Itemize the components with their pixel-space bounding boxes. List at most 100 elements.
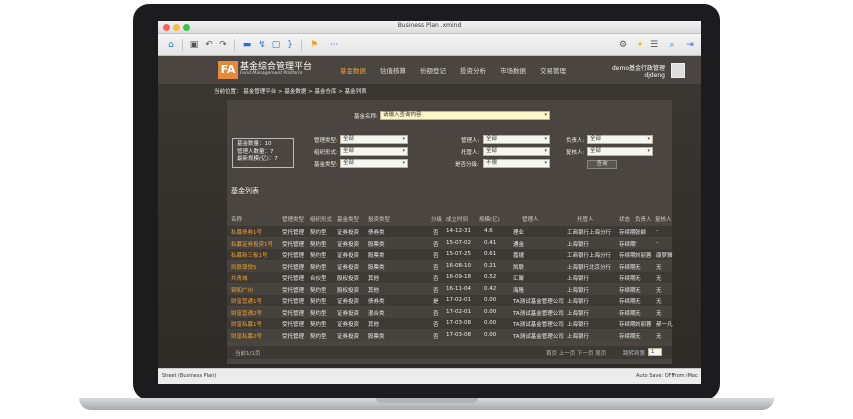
breadcrumb-item[interactable]: 基金管理平台 [243, 89, 276, 95]
table-row[interactable]: 财富营通1号 受托管理 契约型 证券投资 债券类 是 17-02-01 0.00 TA测试基金管… [227, 295, 672, 306]
search-icon[interactable]: ⌕ [666, 39, 678, 51]
nav-market-data[interactable]: 市场数据 [500, 65, 526, 75]
window-title: Business Plan .xmind [397, 22, 462, 29]
table-cell: 证券投资 [337, 310, 360, 317]
table-cell: 证券投资 [337, 264, 360, 271]
breadcrumb-item[interactable]: 基金仓库 [315, 89, 337, 95]
table-cell: 否 [433, 241, 439, 248]
table-cell: 否 [433, 310, 439, 317]
nav-fund-data[interactable]: 基金数据 [340, 65, 366, 75]
search-input[interactable]: 请输入查询内容 ▾ [380, 111, 550, 120]
manage-type-select[interactable]: 全部 ▾ [340, 135, 408, 144]
window-titlebar: Business Plan .xmind [158, 21, 701, 34]
fund-name-link[interactable]: 私募新三板1号 [231, 251, 268, 259]
query-button[interactable]: 查询 [587, 160, 617, 169]
table-row[interactable]: 共青城 受托管理 合伙型 股权投资 其他否 16-09-18 0.52 汇聚 上海银行 存续期无无 [227, 272, 672, 283]
table-row[interactable]: 财富私募1号 受托管理 契约型 证券投资 其他 否 17-03-08 0.00 TA测试基金管理… [227, 318, 673, 329]
fund-name-link[interactable]: 财富营通2号 [231, 309, 262, 317]
table-cell: 汇聚 [513, 276, 525, 282]
avatar[interactable] [671, 63, 685, 78]
table-cell: 嘉捷 [513, 253, 525, 259]
format-icon[interactable]: ⚙ [616, 39, 630, 51]
relationship-icon[interactable]: ↯ [256, 39, 268, 51]
fund-name-link[interactable]: 共青城 [231, 274, 248, 282]
app-header: FA 基金综合管理平台 Fund Management Platform 基金数… [158, 56, 701, 84]
fund-name-link[interactable]: 私募债券1号 [231, 228, 262, 236]
nav-registration[interactable]: 份额登记 [420, 65, 446, 75]
table-row[interactable]: 私募新三板1号 受托管理 契约型 证券投资 股票类 否 15-07-25 0.61 嘉捷 工商银行… [227, 249, 673, 260]
table-cell: 无 [656, 264, 662, 271]
idea-icon[interactable]: ✦ [634, 39, 646, 51]
table-cell: 工商银行上海分行 [567, 230, 612, 236]
table-cell: 15-07-02 [446, 239, 471, 246]
table-cell: 证券投资 [337, 333, 360, 340]
table-cell: 0.42 [484, 285, 497, 292]
save-icon[interactable]: ▣ [188, 39, 200, 51]
table-cell: 证券投资 [337, 253, 360, 259]
fund-name-link[interactable]: 私募证券投资1号 [231, 240, 273, 248]
custodian-select[interactable]: 全部 ▾ [483, 147, 550, 156]
fund-name-link[interactable]: 财富私募1号 [231, 320, 262, 328]
graded-select[interactable]: 不限 ▾ [483, 159, 550, 168]
table-cell: - [656, 228, 658, 234]
table-row[interactable]: 铜和广州 受托管理 契约型 股权投资 其他否 16-11-04 0.42 海隆 上海银行 存续期无… [227, 283, 672, 295]
reviewer-select[interactable]: 全部 ▾ [587, 147, 653, 156]
org-form-select[interactable]: 全部 ▾ [340, 147, 408, 156]
manager-label: 管理人: [461, 138, 480, 144]
table-cell: 股票类 [368, 333, 385, 340]
table-cell: TA测试基金管理公司 [513, 310, 564, 317]
table-cell: 证券投资 [337, 322, 360, 328]
nav-trade-management[interactable]: 交易管理 [540, 65, 566, 75]
owner-select[interactable]: 全部 ▾ [587, 135, 653, 144]
table-cell: 受托管理 [282, 287, 305, 294]
table-cell: 17-02-01 [446, 308, 471, 315]
table-cell: 证券投资 [337, 299, 360, 305]
status-bar: Sheet (Business Plan) Auto Save: OFF fro… [158, 368, 701, 384]
table-cell: 无 [635, 276, 641, 282]
topic-icon[interactable]: ▬ [240, 39, 254, 51]
fund-name-link[interactable]: 凯联尊悦5 [231, 263, 257, 271]
page-select[interactable]: 1 [648, 348, 662, 356]
table-cell: 受托管理 [282, 310, 305, 317]
fund-name-link[interactable]: 铜和广州 [231, 286, 253, 294]
table-row[interactable]: 私募债券1号 受托管理 契约型 证券投资 债券类 否 14-12-31 4.6 理业 工商银行上海… [227, 226, 672, 237]
table-row[interactable]: 财富私募2号 受托管理 契约型 证券投资 股票类 否 17-03-08 0.00 TA测试基金管… [227, 329, 672, 341]
breadcrumb-item[interactable]: 基金数据 [284, 89, 306, 95]
more-icon[interactable]: ··· [326, 39, 342, 51]
table-cell: 契约型 [310, 253, 327, 259]
fund-type-select[interactable]: 全部 ▾ [340, 159, 408, 168]
table-cell: 契约型 [310, 333, 327, 340]
autosave-status[interactable]: Auto Save: OFF [636, 369, 674, 384]
fund-name-link[interactable]: 财富营通1号 [231, 297, 262, 305]
page-nav[interactable]: 首页 上一页 下一页 尾页 [546, 349, 606, 357]
table-cell: 是 [433, 299, 439, 305]
table-row[interactable]: 凯联尊悦5 受托管理 契约型 证券投资 股票类 否 16-08-10 0.21 凯联 上海银行北京… [227, 260, 672, 272]
boundary-icon[interactable]: ▢ [270, 39, 282, 51]
fund-name-link[interactable]: 财富私募2号 [231, 332, 262, 340]
home-icon[interactable]: ⌂ [164, 39, 178, 51]
table-cell: 存续期 [619, 241, 636, 248]
notes-icon[interactable]: ☰ [648, 39, 660, 51]
table-cell: 否 [433, 253, 439, 259]
nav-investment-analysis[interactable]: 投资分析 [460, 65, 486, 75]
redo-icon[interactable]: ↷ [217, 39, 229, 51]
manager-count: 管理人数量：7 [237, 148, 274, 155]
table-row[interactable]: 私募证券投资1号 受托管理 契约型 证券投资 股票类 否 15-07-02 0.41 通金 上海银… [227, 237, 672, 249]
table-row[interactable]: 财富营通2号 受托管理 契约型 证券投资 混合类 否 17-02-01 0.00 TA测试基金管… [227, 306, 672, 318]
table-cell: 存续期 [619, 264, 636, 271]
undo-icon[interactable]: ↶ [203, 39, 215, 51]
table-cell: TA测试基金管理公司 [513, 333, 564, 340]
summary-icon[interactable]: } [284, 39, 296, 51]
table-cell: 契约型 [310, 230, 327, 236]
table-cell: 上海银行 [567, 287, 590, 294]
table-cell: 0.41 [484, 239, 497, 246]
nav-valuation[interactable]: 估值核算 [380, 65, 406, 75]
table-cell: TA测试基金管理公司 [513, 299, 564, 305]
main-panel: 基金名称: 请输入查询内容 ▾ 基金数量：10 管理人数量：7 最新规模(亿)：7… [227, 100, 673, 364]
manager-select[interactable]: 全部 ▾ [483, 135, 550, 144]
flag-icon[interactable]: ⚑ [308, 39, 320, 51]
section-title: 基金列表 [231, 187, 259, 195]
table-cell: 契约型 [310, 299, 327, 305]
table-cell: 否 [433, 333, 439, 340]
share-icon[interactable]: ⇥ [684, 39, 696, 51]
